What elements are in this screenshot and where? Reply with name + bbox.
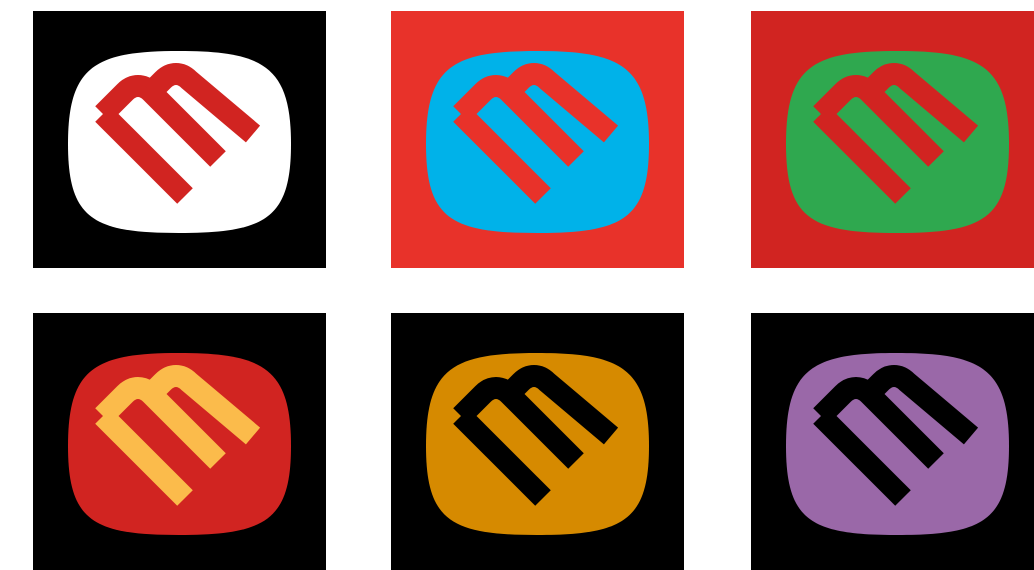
logo-tile [391, 313, 684, 570]
logo-graphic [751, 313, 1034, 570]
logo-graphic [33, 313, 326, 570]
logo-tile [751, 11, 1034, 268]
logo-tile [33, 11, 326, 268]
logo-tile [391, 11, 684, 268]
logo-graphic [391, 11, 684, 268]
logo-graphic [33, 11, 326, 268]
logo-graphic [751, 11, 1034, 268]
logo-graphic [391, 313, 684, 570]
logo-color-variants-page: { "logo_variants": [ {"name": "black-whi… [0, 0, 1034, 570]
logo-tile [33, 313, 326, 570]
logo-tile [751, 313, 1034, 570]
